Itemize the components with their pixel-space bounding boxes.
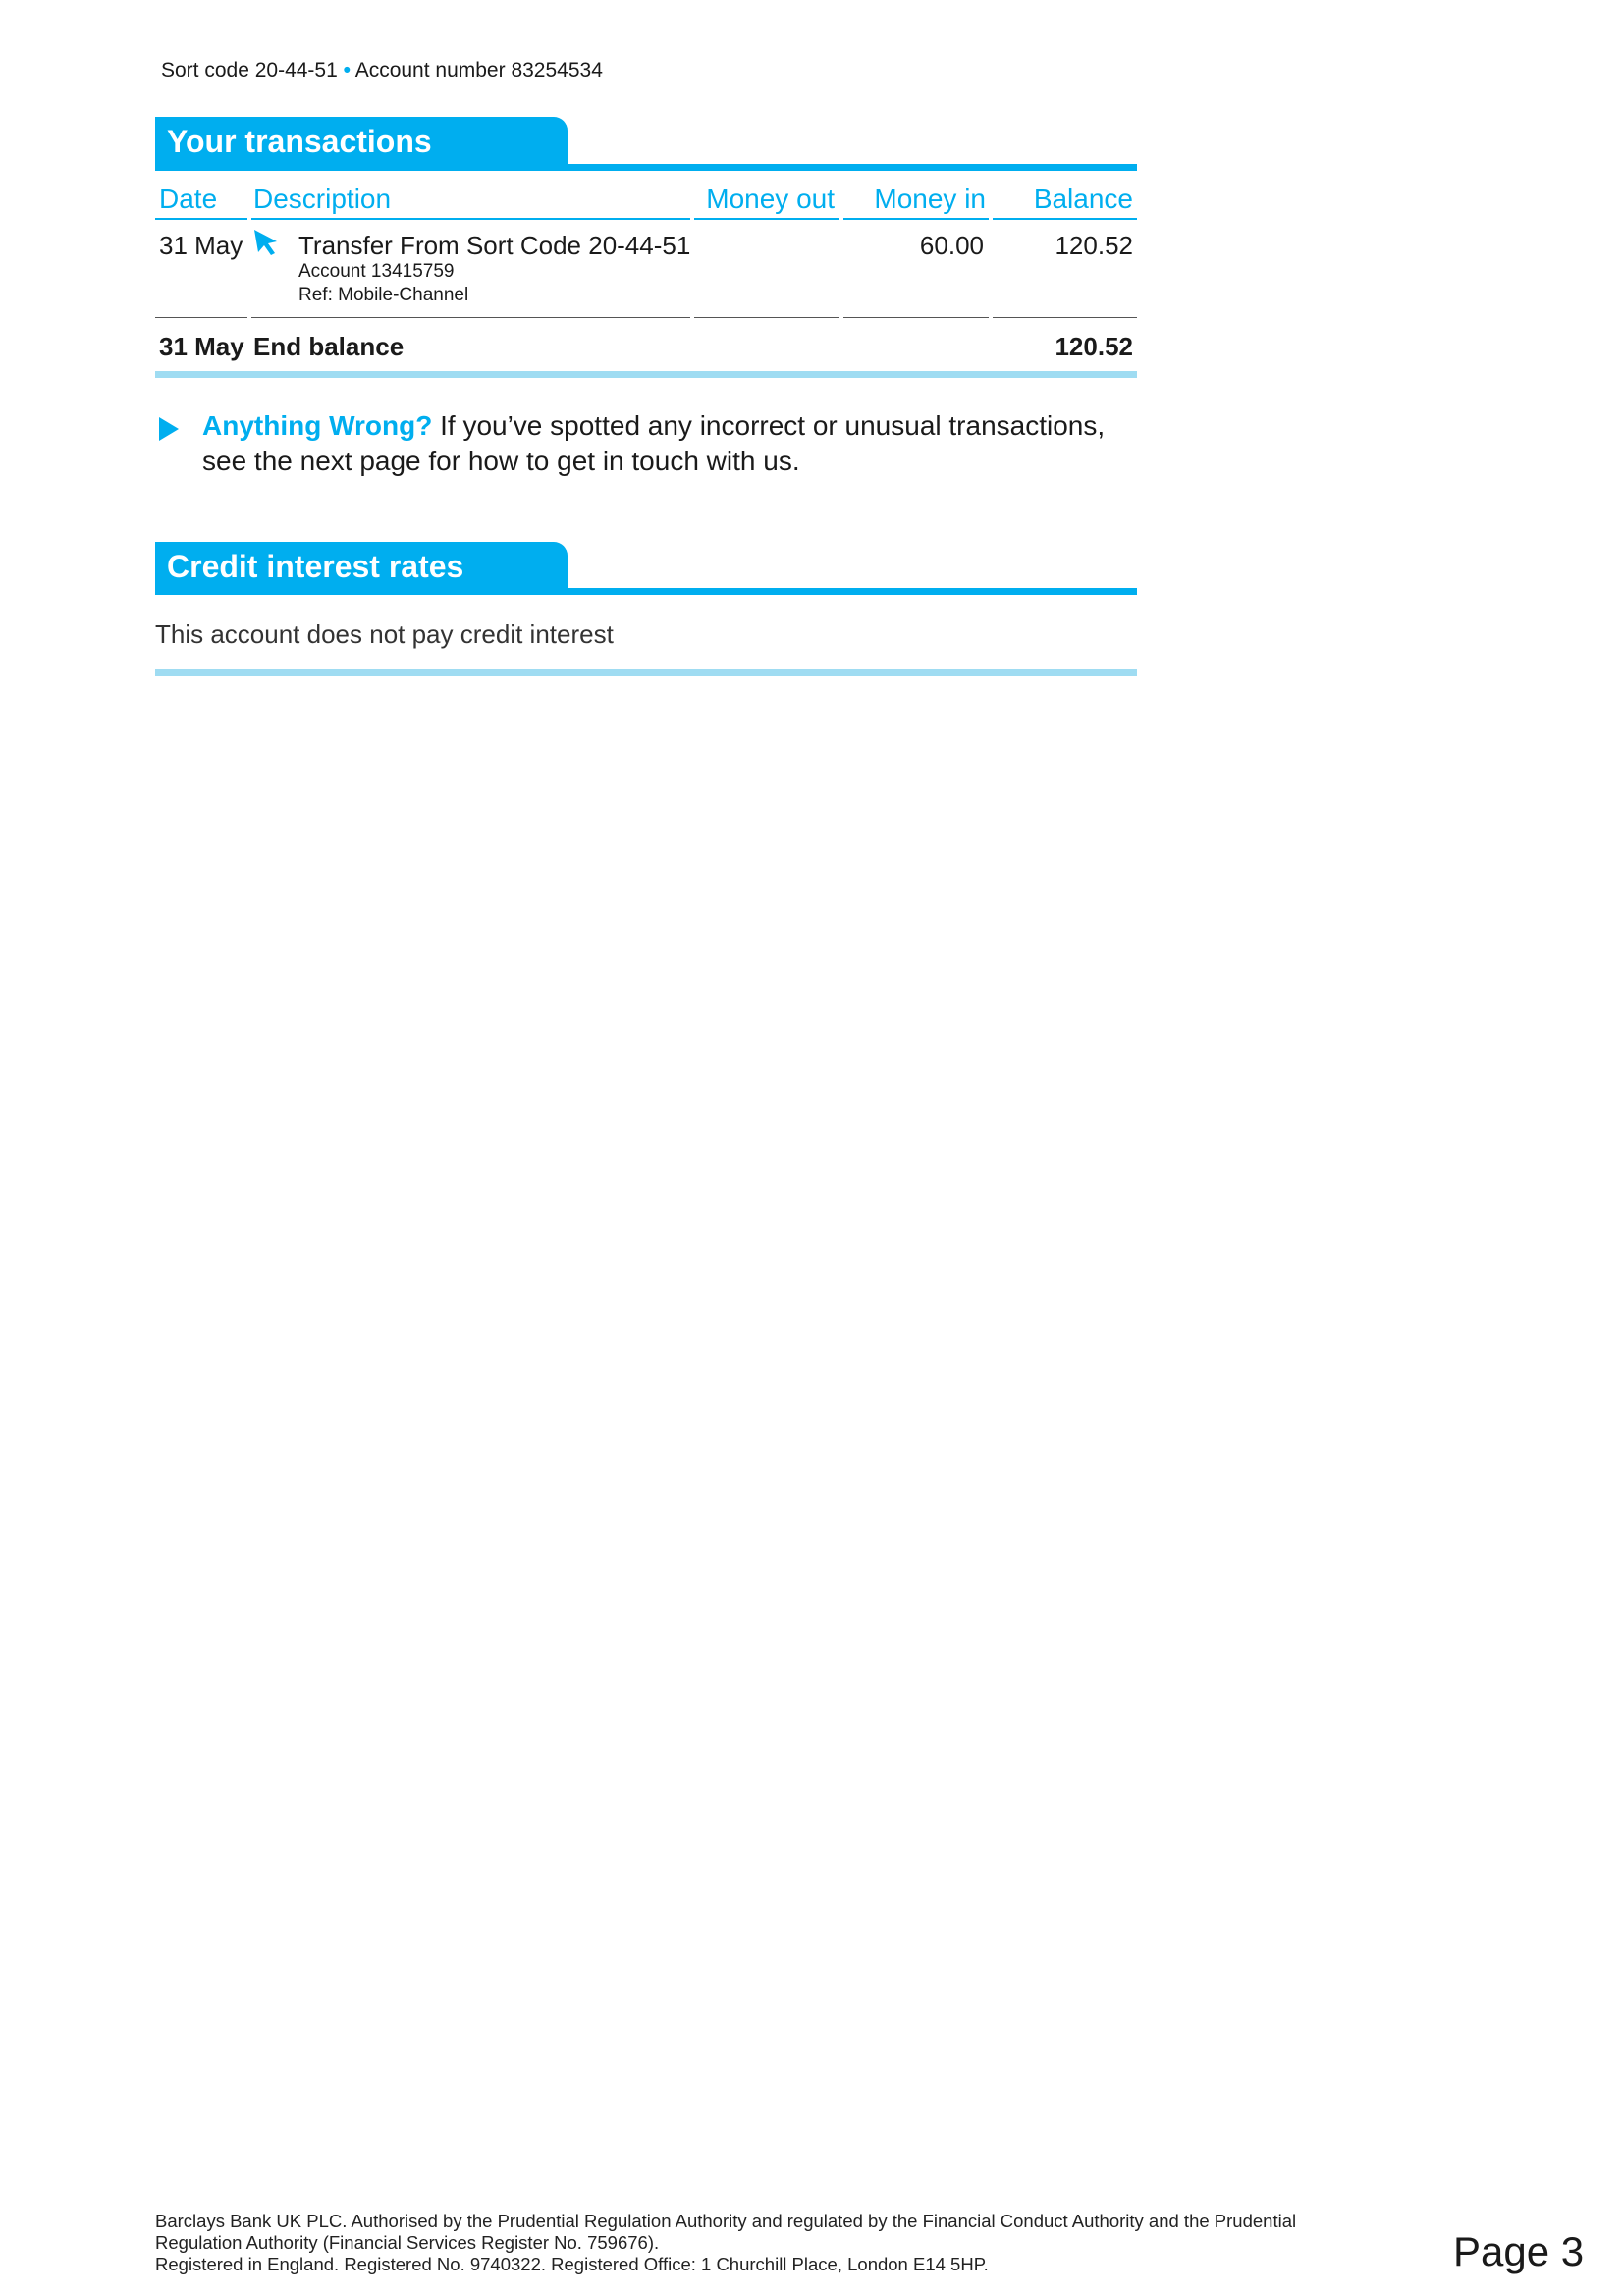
col-header-money-in: Money in	[874, 184, 986, 214]
row-divider-money-out	[694, 317, 839, 318]
anything-wrong-lead: Anything Wrong?	[202, 410, 433, 441]
row-detail-account: Account 13415759	[298, 261, 455, 282]
end-balance-date: 31 May	[159, 332, 244, 361]
account-info-line: Sort code 20-44-51 • Account number 8325…	[161, 59, 603, 82]
account-number: Account number 83254534	[354, 59, 603, 81]
row-money-in: 60.00	[919, 231, 984, 260]
transactions-rule	[155, 164, 1137, 171]
col-header-description: Description	[253, 184, 392, 214]
page-number: Page 3	[1453, 2228, 1585, 2274]
transactions-title: Your transactions	[155, 117, 568, 166]
row-divider-money-in	[843, 317, 989, 318]
end-balance-label: End balance	[253, 332, 405, 361]
row-detail-ref: Ref: Mobile-Channel	[298, 285, 469, 305]
row-balance: 120.52	[1055, 231, 1133, 260]
sort-code: Sort code 20-44-51	[161, 59, 338, 81]
header-underline-date	[155, 218, 247, 220]
row-divider-date	[155, 317, 247, 318]
credit-interest-text: This account does not pay credit interes…	[155, 619, 614, 649]
play-arrow-icon	[157, 416, 181, 442]
credit-interest-rule	[155, 588, 1137, 595]
col-header-date: Date	[159, 184, 218, 214]
transactions-bottom-rule	[155, 371, 1137, 378]
row-description: Transfer From Sort Code 20-44-51	[298, 231, 691, 260]
separator-dot: •	[343, 59, 351, 81]
footer-line-2: Regulation Authority (Financial Services…	[155, 2232, 660, 2253]
col-header-balance: Balance	[1033, 184, 1133, 214]
header-underline-balance	[993, 218, 1137, 220]
header-underline-money-out	[694, 218, 839, 220]
row-date: 31 May	[159, 231, 243, 260]
footer-line-1: Barclays Bank UK PLC. Authorised by the …	[155, 2211, 1297, 2231]
header-underline-description	[251, 218, 690, 220]
credit-bottom-rule	[155, 669, 1137, 676]
footer-line-3: Registered in England. Registered No. 97…	[155, 2254, 989, 2274]
row-divider-description	[251, 317, 690, 318]
end-balance-value: 120.52	[1055, 332, 1133, 361]
header-underline-money-in	[843, 218, 989, 220]
row-divider-balance	[993, 317, 1137, 318]
anything-wrong-notice: Anything Wrong? If you’ve spotted any in…	[202, 408, 1145, 479]
legal-footer: Barclays Bank UK PLC. Authorised by the …	[155, 2211, 1333, 2275]
cursor-arrow-icon	[251, 228, 281, 257]
col-header-money-out: Money out	[706, 184, 835, 214]
credit-interest-title: Credit interest rates	[155, 542, 568, 591]
